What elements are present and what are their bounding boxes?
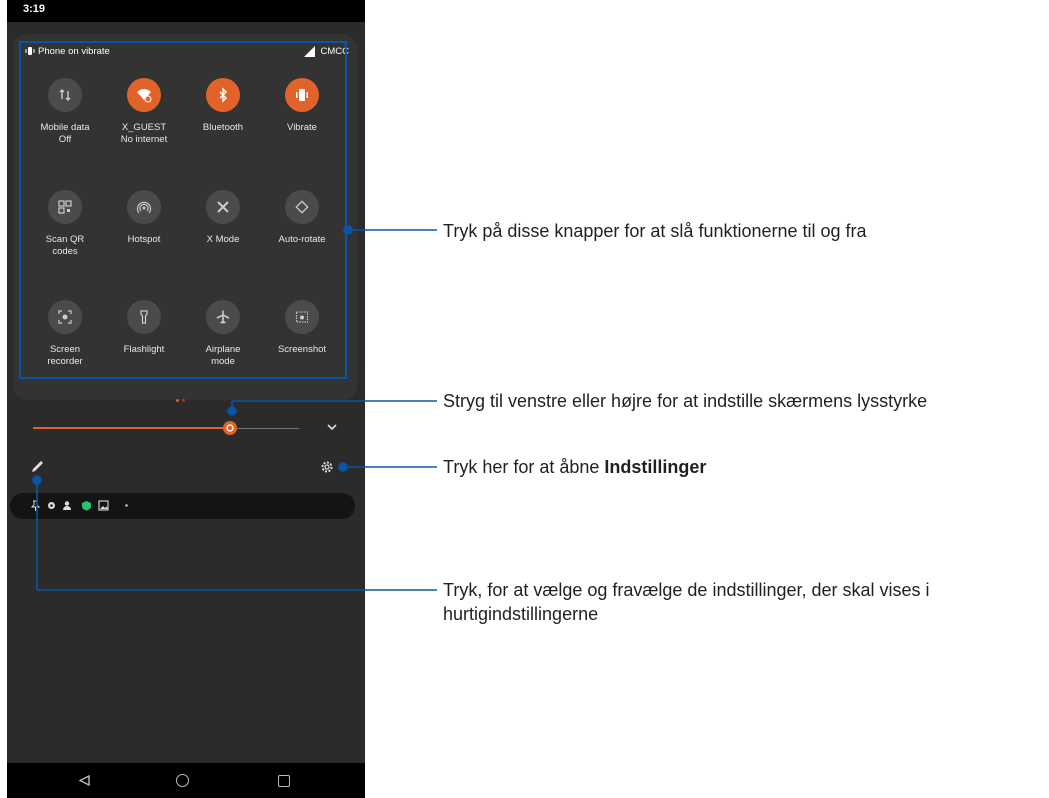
status-time: 3:19 — [23, 3, 46, 15]
chevron-down-icon[interactable] — [325, 421, 339, 433]
page-dot-2[interactable] — [182, 399, 185, 402]
callout-settings-bold: Indstillinger — [604, 457, 707, 477]
more-dot-icon — [125, 504, 128, 507]
user-notification-icon — [63, 501, 71, 510]
pin-icon — [30, 500, 41, 511]
callout-settings: Tryk her for at åbne Indstillinger — [443, 455, 706, 479]
callout-brightness: Stryg til venstre eller højre for at ind… — [443, 391, 928, 411]
image-notification-icon — [98, 500, 109, 511]
callout-edit-line1: Tryk, for at vælge og fravælge de indsti… — [443, 580, 930, 600]
recents-icon[interactable] — [278, 775, 290, 787]
status-bar: 3:19 — [7, 0, 365, 22]
brightness-thumb-icon[interactable] — [222, 420, 238, 436]
brightness-slider-rest[interactable] — [228, 428, 299, 429]
page-indicator — [176, 389, 188, 407]
back-icon[interactable] — [79, 775, 90, 786]
callout-settings-prefix: Tryk her for at åbne — [443, 457, 605, 477]
edit-pencil-icon[interactable] — [29, 459, 45, 475]
settings-notification-icon — [48, 502, 55, 509]
callout-edit: Tryk, for at vælge og fravælge de indsti… — [443, 578, 930, 626]
tiles-highlight-frame — [19, 41, 347, 379]
gear-icon[interactable] — [320, 460, 334, 474]
page-dot-1[interactable] — [176, 399, 179, 402]
navigation-bar — [7, 763, 365, 798]
shield-icon — [82, 501, 91, 511]
callout-tiles: Tryk på disse knapper for at slå funktio… — [443, 221, 867, 241]
callout-edit-line2: hurtigindstillingerne — [443, 604, 599, 624]
brightness-slider-fill[interactable] — [33, 427, 228, 429]
home-icon[interactable] — [176, 774, 189, 787]
notification-icons-bar[interactable] — [10, 493, 355, 519]
